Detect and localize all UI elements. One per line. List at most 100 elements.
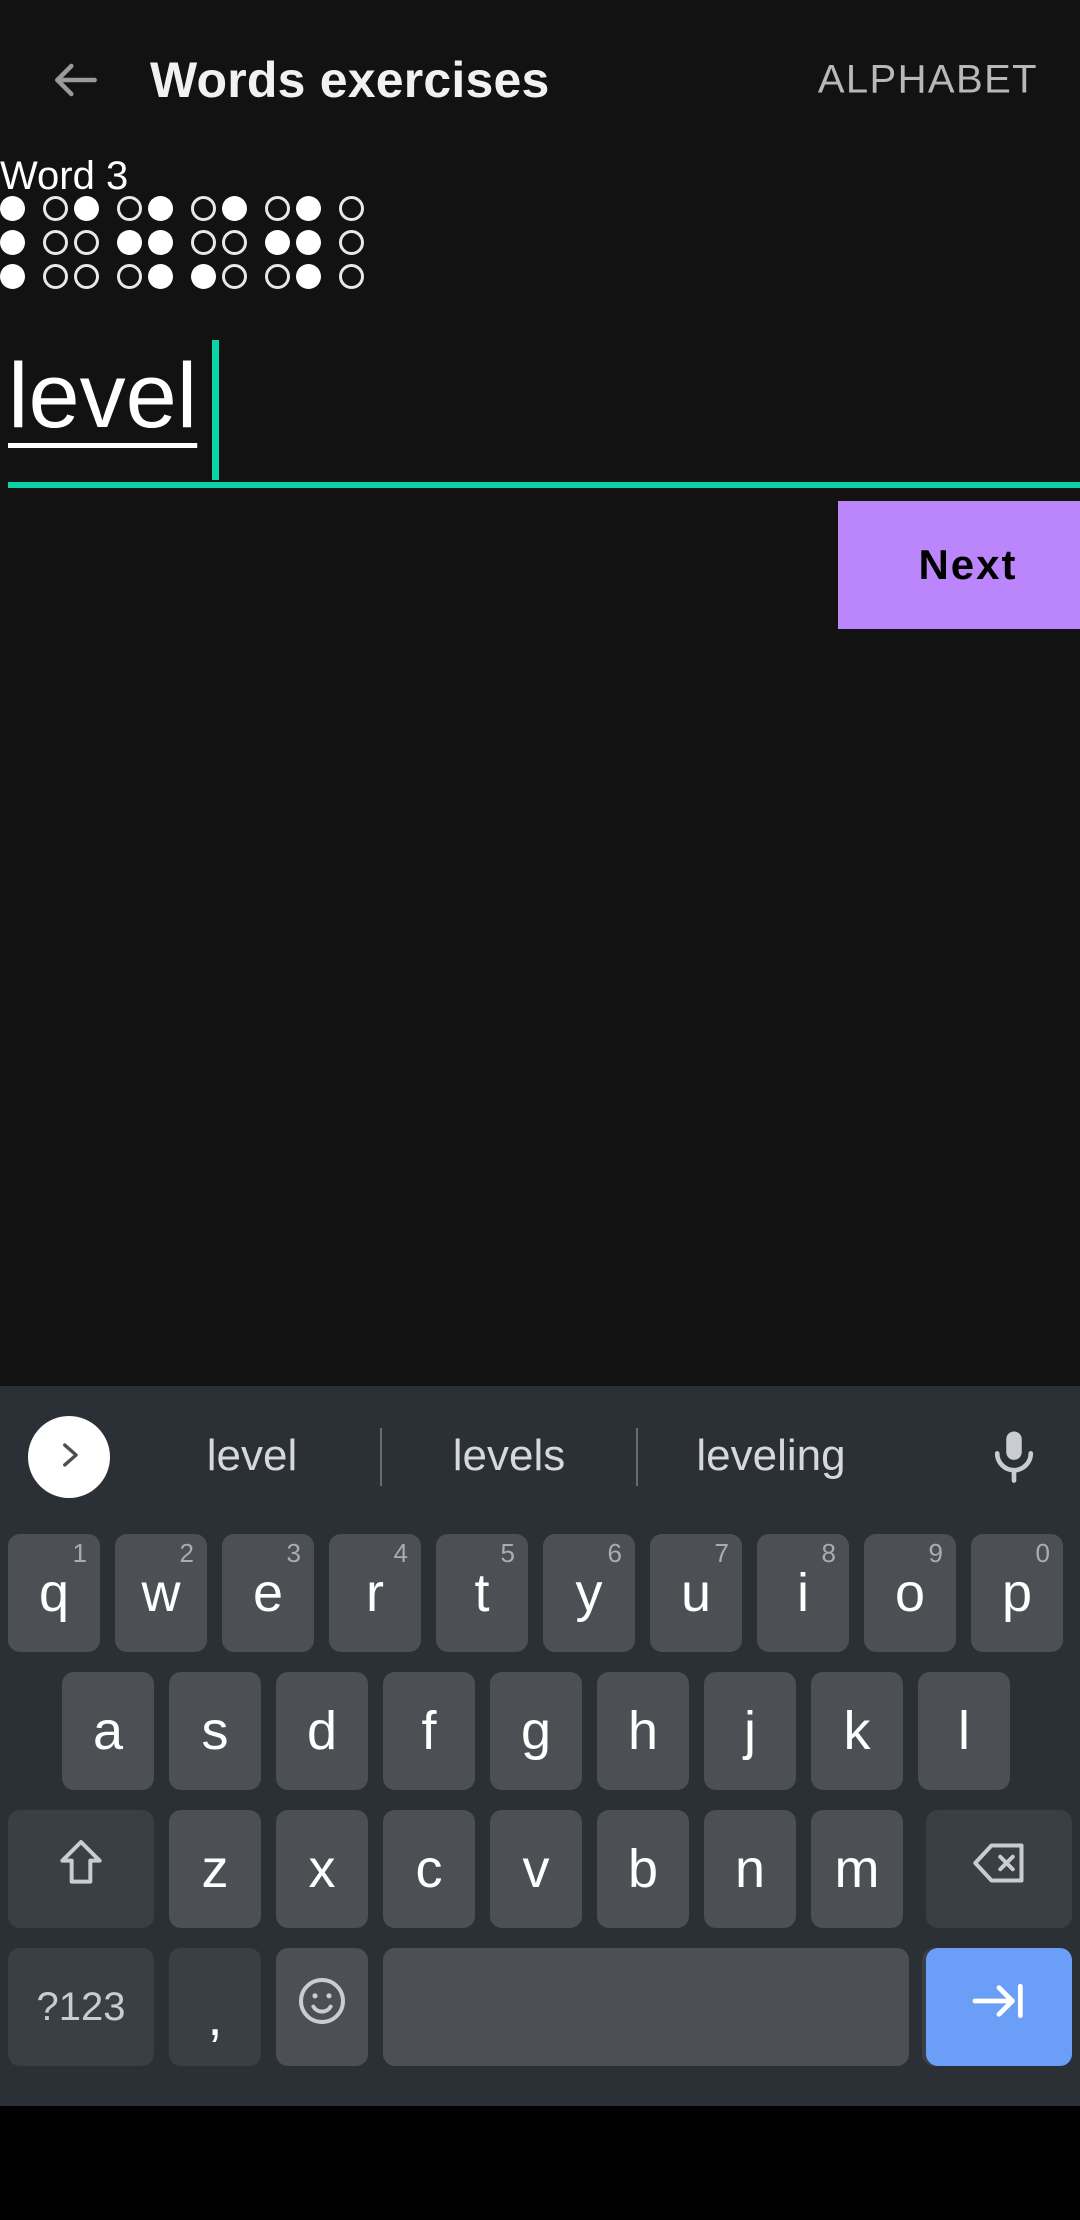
braille-dot-4 xyxy=(265,196,290,221)
suggestion-strip: level levels leveling xyxy=(0,1386,1080,1526)
answer-input-field[interactable]: level xyxy=(0,340,1080,490)
alphabet-action-button[interactable]: ALPHABET xyxy=(818,58,1038,103)
comma-key[interactable]: , xyxy=(169,1948,261,2066)
space-key[interactable] xyxy=(383,1948,909,2066)
key-i[interactable]: i 8 xyxy=(757,1534,849,1652)
key-h[interactable]: h xyxy=(597,1672,689,1790)
braille-dot-5 xyxy=(191,230,216,255)
braille-dot-2 xyxy=(222,230,247,255)
phone-screen: Words exercises ALPHABET Word 3 level Ne… xyxy=(0,0,1080,2220)
key-label: e xyxy=(252,1563,284,1623)
key-u[interactable]: u 7 xyxy=(650,1534,742,1652)
key-q[interactable]: q 1 xyxy=(8,1534,100,1652)
keyboard-row-3: z x c v b n m xyxy=(0,1802,1080,1940)
emoji-key[interactable] xyxy=(276,1948,368,2066)
key-l[interactable]: l xyxy=(918,1672,1010,1790)
braille-dot-4 xyxy=(117,196,142,221)
next-button[interactable]: Next xyxy=(838,501,1080,629)
key-r[interactable]: r 4 xyxy=(329,1534,421,1652)
backspace-key[interactable] xyxy=(926,1810,1072,1928)
braille-dot-2 xyxy=(74,230,99,255)
input-focus-underline xyxy=(8,482,1080,488)
braille-dot-4 xyxy=(191,196,216,221)
braille-dot-3 xyxy=(148,264,173,289)
braille-dot-3 xyxy=(296,264,321,289)
key-label: q xyxy=(38,1563,70,1623)
key-d[interactable]: d xyxy=(276,1672,368,1790)
key-superscript: 5 xyxy=(500,1538,515,1568)
key-a[interactable]: a xyxy=(62,1672,154,1790)
page-title: Words exercises xyxy=(150,52,550,108)
keyboard-row-1: q 1 w 2 e 3 r 4 t 5 y 6 u 7 i 8 o 9 p 0 xyxy=(0,1526,1080,1664)
expand-suggestions-button[interactable] xyxy=(28,1416,110,1498)
braille-dot-6 xyxy=(265,264,290,289)
braille-dot-5 xyxy=(339,230,364,255)
braille-dot-1 xyxy=(148,196,173,221)
symbols-key[interactable]: ?123 xyxy=(8,1948,154,2066)
shift-arrow-up-icon xyxy=(53,1835,109,1904)
text-cursor xyxy=(212,340,219,480)
suggestion-item-2[interactable]: leveling xyxy=(638,1386,904,1526)
braille-dot-2 xyxy=(148,230,173,255)
voice-input-button[interactable] xyxy=(976,1420,1052,1496)
enter-key[interactable] xyxy=(926,1948,1072,2066)
braille-dot-4 xyxy=(339,196,364,221)
emoji-smiley-icon xyxy=(294,1973,350,2042)
microphone-icon xyxy=(983,1425,1045,1492)
key-n[interactable]: n xyxy=(704,1810,796,1928)
braille-dot-1 xyxy=(296,196,321,221)
app-content-area: Words exercises ALPHABET Word 3 level Ne… xyxy=(0,0,1080,1386)
key-label: p xyxy=(1001,1563,1033,1623)
suggestion-item-0[interactable]: level xyxy=(124,1386,380,1526)
key-label: o xyxy=(894,1563,926,1623)
key-w[interactable]: w 2 xyxy=(115,1534,207,1652)
key-k[interactable]: k xyxy=(811,1672,903,1790)
braille-cell xyxy=(296,196,370,316)
key-label: r xyxy=(366,1563,384,1623)
back-button[interactable] xyxy=(28,32,124,128)
braille-dot-5 xyxy=(265,230,290,255)
backspace-icon xyxy=(969,1833,1029,1906)
braille-dot-5 xyxy=(117,230,142,255)
arrow-left-icon xyxy=(48,52,104,108)
key-c[interactable]: c xyxy=(383,1810,475,1928)
system-navigation-bar xyxy=(0,2106,1080,2220)
key-t[interactable]: t 5 xyxy=(436,1534,528,1652)
key-superscript: 4 xyxy=(393,1538,408,1568)
braille-dot-2 xyxy=(0,230,25,255)
key-g[interactable]: g xyxy=(490,1672,582,1790)
key-b[interactable]: b xyxy=(597,1810,689,1928)
key-y[interactable]: y 6 xyxy=(543,1534,635,1652)
key-f[interactable]: f xyxy=(383,1672,475,1790)
braille-cell xyxy=(74,196,148,316)
key-o[interactable]: o 9 xyxy=(864,1534,956,1652)
key-v[interactable]: v xyxy=(490,1810,582,1928)
key-z[interactable]: z xyxy=(169,1810,261,1928)
key-superscript: 8 xyxy=(821,1538,836,1568)
key-j[interactable]: j xyxy=(704,1672,796,1790)
soft-keyboard: level levels leveling q 1 w 2 e 3 r 4 t … xyxy=(0,1386,1080,2106)
tab-next-arrow-icon xyxy=(967,1969,1031,2046)
braille-dot-1 xyxy=(74,196,99,221)
braille-dot-6 xyxy=(191,264,216,289)
key-superscript: 6 xyxy=(607,1538,622,1568)
suggestion-item-1[interactable]: levels xyxy=(382,1386,636,1526)
key-label: i xyxy=(797,1563,809,1623)
key-superscript: 2 xyxy=(179,1538,194,1568)
braille-dot-3 xyxy=(74,264,99,289)
key-label: w xyxy=(141,1563,181,1623)
key-superscript: 3 xyxy=(286,1538,301,1568)
key-x[interactable]: x xyxy=(276,1810,368,1928)
braille-dot-2 xyxy=(296,230,321,255)
key-e[interactable]: e 3 xyxy=(222,1534,314,1652)
braille-dot-5 xyxy=(43,230,68,255)
key-label: u xyxy=(680,1563,712,1623)
braille-cell xyxy=(148,196,222,316)
key-s[interactable]: s xyxy=(169,1672,261,1790)
key-p[interactable]: p 0 xyxy=(971,1534,1063,1652)
key-superscript: 1 xyxy=(72,1538,87,1568)
key-m[interactable]: m xyxy=(811,1810,903,1928)
key-superscript: 0 xyxy=(1035,1538,1050,1568)
chevron-right-icon xyxy=(52,1438,86,1477)
shift-key[interactable] xyxy=(8,1810,154,1928)
